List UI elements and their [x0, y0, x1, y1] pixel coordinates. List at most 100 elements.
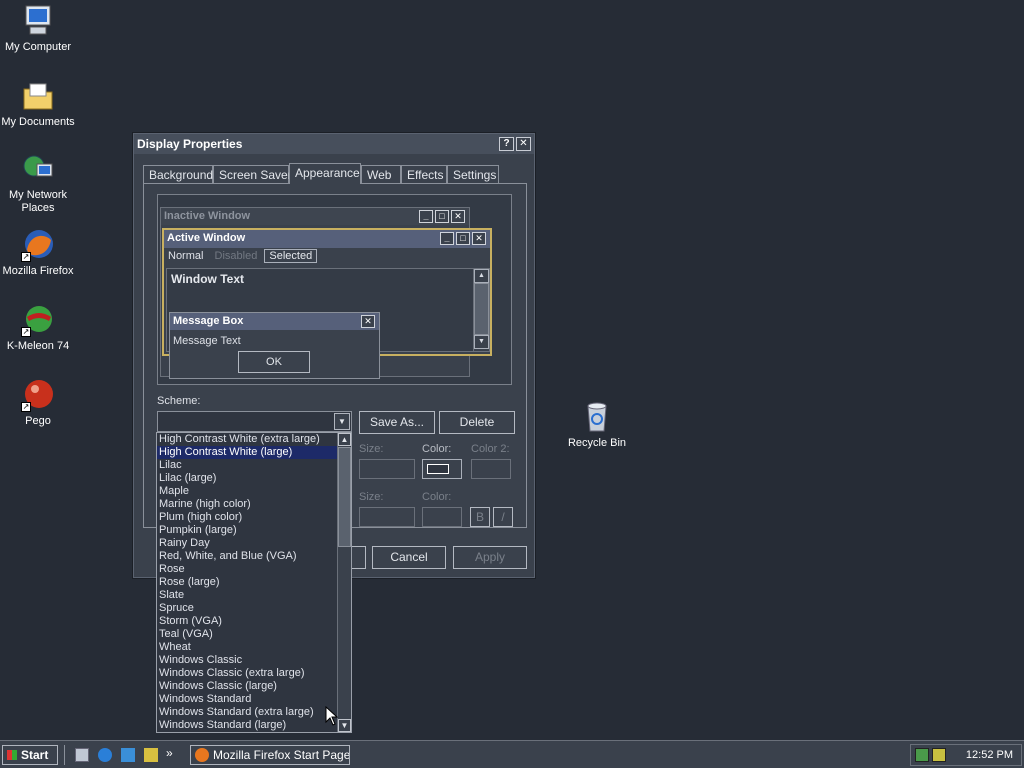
chevron-down-icon[interactable]: ▼ [334, 413, 350, 430]
desktop-icon-label: Recycle Bin [567, 437, 627, 449]
scheme-option[interactable]: Lilac [157, 459, 351, 472]
taskbar-item-label: Mozilla Firefox Start Page... [213, 748, 350, 762]
italic-button[interactable]: / [493, 507, 513, 527]
outlook-express-icon[interactable] [121, 748, 135, 762]
close-icon: ✕ [361, 315, 375, 328]
windows-logo-icon [7, 750, 17, 760]
scheme-option[interactable]: Lilac (large) [157, 472, 351, 485]
tab-effects[interactable]: Effects [401, 165, 447, 183]
minimize-icon: _ [440, 232, 454, 245]
window-text: Window Text [171, 272, 244, 286]
close-icon: ✕ [472, 232, 486, 245]
desktop-icon-my-network-places[interactable]: My Network Places [0, 152, 76, 215]
windows-media-icon[interactable] [144, 748, 158, 762]
scroll-thumb [474, 283, 489, 335]
close-button[interactable]: ✕ [516, 137, 531, 151]
item-color2-picker[interactable] [471, 459, 511, 479]
desktop-icon-mozilla-firefox[interactable]: ↗ Mozilla Firefox [0, 228, 76, 278]
message-text: Message Text [173, 335, 241, 347]
clock[interactable]: 12:52 PM [966, 749, 1013, 761]
color-swatch [427, 464, 449, 474]
scheme-option[interactable]: Wheat [157, 641, 351, 654]
font-color-label: Color: [422, 491, 452, 503]
scroll-up-icon[interactable]: ▲ [338, 433, 351, 446]
scheme-option[interactable]: Windows Standard (extra large) [157, 706, 351, 719]
save-as-button[interactable]: Save As... [359, 411, 435, 434]
message-box-titlebar: Message Box ✕ [170, 313, 379, 330]
pego-icon: ↗ [21, 378, 55, 412]
apply-button[interactable]: Apply [453, 546, 527, 569]
scheme-option[interactable]: Marine (high color) [157, 498, 351, 511]
scheme-option[interactable]: Rose (large) [157, 576, 351, 589]
quick-launch-chevron-icon[interactable]: » [166, 746, 173, 760]
scheme-option[interactable]: Maple [157, 485, 351, 498]
start-label: Start [21, 748, 49, 762]
scroll-thumb[interactable] [338, 447, 351, 547]
firefox-icon: ↗ [21, 228, 55, 262]
mouse-cursor-icon [325, 706, 339, 726]
bold-button[interactable]: B [470, 507, 490, 527]
scheme-option[interactable]: Storm (VGA) [157, 615, 351, 628]
desktop-icon-label: Mozilla Firefox [2, 265, 74, 277]
inactive-window-titlebar: Inactive Window _ □ ✕ [161, 208, 469, 225]
desktop-icon-label: My Computer [4, 41, 72, 53]
scheme-option[interactable]: Rose [157, 563, 351, 576]
tab-settings[interactable]: Settings [447, 165, 499, 183]
scheme-option[interactable]: Teal (VGA) [157, 628, 351, 641]
scheme-select[interactable]: ▼ [157, 411, 352, 432]
scheme-option[interactable]: Rainy Day [157, 537, 351, 550]
start-button[interactable]: Start [2, 745, 58, 765]
desktop-icon-pego[interactable]: ↗ Pego [0, 378, 76, 428]
active-window-title: Active Window [167, 232, 246, 244]
desktop-icon-label: My Network Places [8, 189, 68, 214]
scheme-option[interactable]: Slate [157, 589, 351, 602]
show-desktop-icon[interactable] [75, 748, 89, 762]
scheme-option[interactable]: High Contrast White (large) [157, 446, 351, 459]
dialog-titlebar[interactable]: Display Properties ? ✕ [134, 134, 534, 154]
appearance-preview[interactable]: Inactive Window _ □ ✕ Active Window _ □ … [157, 194, 512, 385]
item-size-label: Size: [359, 443, 384, 455]
item-color-label: Color: [422, 443, 452, 455]
scheme-option[interactable]: Windows Classic [157, 654, 351, 667]
internet-explorer-icon[interactable] [98, 748, 112, 762]
font-color-picker[interactable] [422, 507, 462, 527]
scheme-option[interactable]: Windows Standard [157, 693, 351, 706]
volume-tray-icon[interactable] [932, 748, 946, 762]
scheme-option[interactable]: Red, White, and Blue (VGA) [157, 550, 351, 563]
tab-screen-saver[interactable]: Screen Saver [213, 165, 292, 183]
tab-web[interactable]: Web [361, 165, 401, 183]
message-box-title: Message Box [173, 315, 244, 327]
recycle-bin-icon [580, 400, 614, 434]
delete-button[interactable]: Delete [439, 411, 515, 434]
folder-icon [21, 79, 55, 113]
scheme-label: Scheme: [157, 395, 201, 407]
item-color2-label: Color 2: [471, 443, 510, 455]
desktop-icon-k-meleon[interactable]: ↗ K-Meleon 74 [0, 303, 76, 353]
shortcut-arrow-icon: ↗ [21, 327, 31, 337]
network-tray-icon[interactable] [915, 748, 929, 762]
desktop-icon-my-computer[interactable]: My Computer [0, 4, 76, 54]
scheme-option[interactable]: Windows Classic (large) [157, 680, 351, 693]
desktop-icon-my-documents[interactable]: My Documents [0, 79, 76, 129]
scheme-option[interactable]: Windows Standard (large) [157, 719, 351, 732]
tab-appearance[interactable]: Appearance [289, 163, 361, 184]
item-color-picker[interactable] [422, 459, 462, 479]
scheme-option[interactable]: Spruce [157, 602, 351, 615]
scheme-dropdown-list[interactable]: High Contrast White (extra large) High Co… [156, 432, 352, 733]
font-size-select[interactable] [359, 507, 415, 527]
tab-background[interactable]: Background [143, 165, 213, 183]
help-button[interactable]: ? [499, 137, 514, 151]
scheme-option[interactable]: Pumpkin (large) [157, 524, 351, 537]
scroll-down-icon[interactable]: ▼ [338, 719, 351, 732]
item-size-spinner[interactable] [359, 459, 415, 479]
menu-selected: Selected [264, 249, 318, 263]
taskbar-item-firefox[interactable]: Mozilla Firefox Start Page... [190, 745, 350, 765]
desktop-icon-recycle-bin[interactable]: Recycle Bin [559, 400, 635, 450]
menu-disabled: Disabled [214, 250, 258, 262]
scheme-option[interactable]: High Contrast White (extra large) [157, 433, 351, 446]
taskbar: Start » Mozilla Firefox Start Page... 12… [0, 740, 1024, 768]
cancel-button[interactable]: Cancel [372, 546, 446, 569]
scheme-option[interactable]: Windows Classic (extra large) [157, 667, 351, 680]
dropdown-scrollbar[interactable]: ▲ ▼ [337, 433, 351, 732]
scheme-option[interactable]: Plum (high color) [157, 511, 351, 524]
